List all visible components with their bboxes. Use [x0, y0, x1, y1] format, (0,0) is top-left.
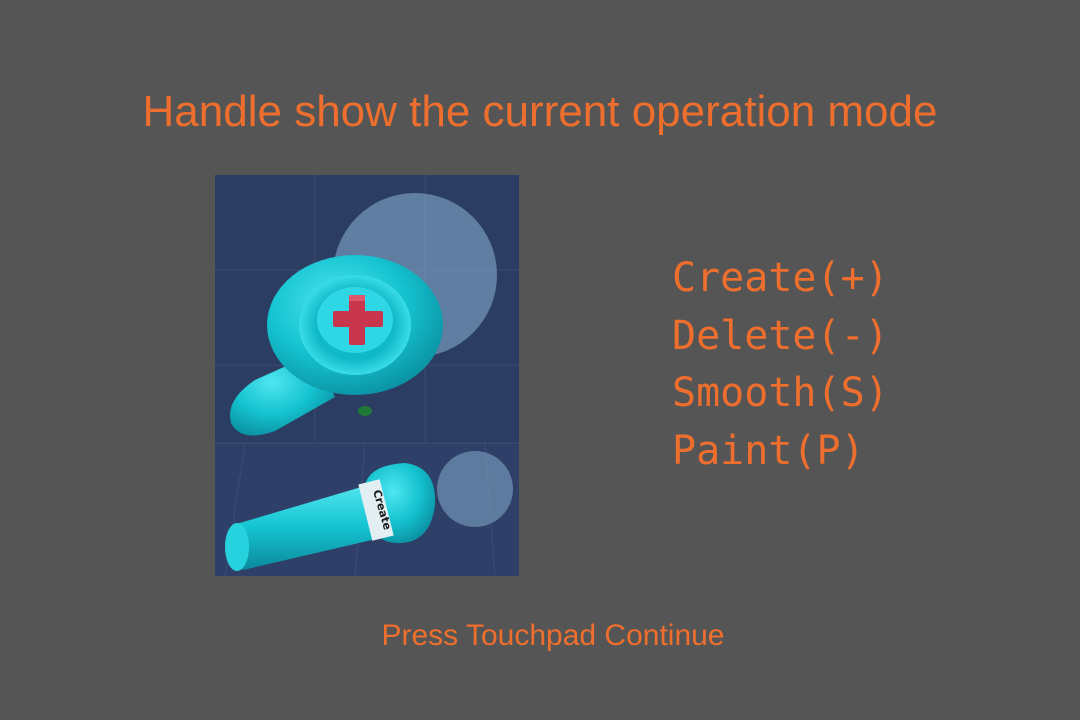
mode-delete: Delete(-) [672, 312, 889, 359]
continue-hint[interactable]: Press Touchpad Continue [0, 618, 1080, 654]
brush-bubble-small [437, 451, 513, 527]
mode-smooth: Smooth(S) [672, 370, 889, 416]
mode-create: Create(+) [672, 255, 889, 301]
tutorial-screen: Handle show the current operation mode C… [0, 0, 1080, 720]
page-title: Handle show the current operation mode [142, 87, 938, 136]
mode-list: Create(+) Delete(-) Smooth(S) Paint(P) [672, 250, 889, 480]
mode-paint: Paint(P) [672, 427, 865, 474]
controller-preview: Create [215, 175, 519, 576]
